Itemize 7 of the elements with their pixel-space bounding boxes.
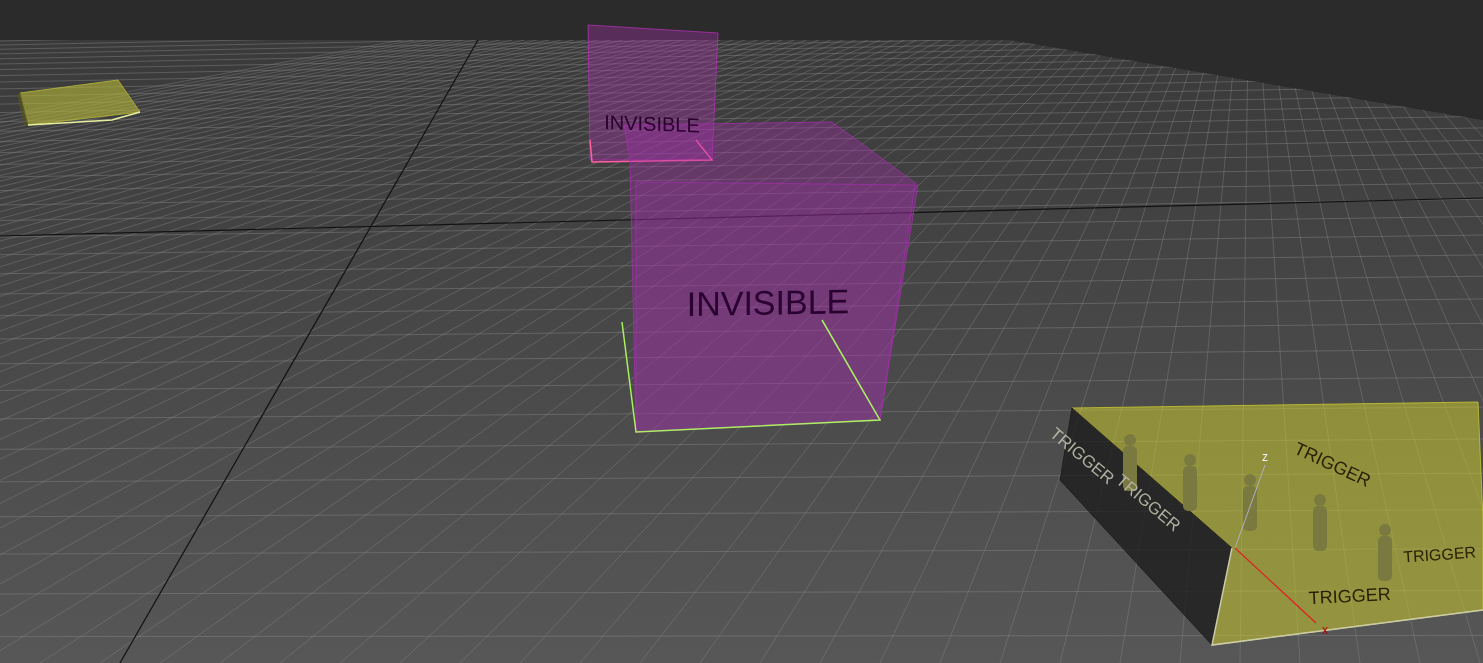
texture-label: TRIGGER bbox=[1402, 543, 1477, 566]
trigger-box[interactable] bbox=[17, 79, 141, 126]
texture-label: INVISIBLE bbox=[604, 111, 700, 137]
invisible-box[interactable] bbox=[587, 24, 719, 163]
texture-label: TRIGGER bbox=[1308, 583, 1392, 609]
axis-label: z bbox=[1262, 450, 1268, 464]
texture-label: INVISIBLE bbox=[686, 282, 850, 323]
